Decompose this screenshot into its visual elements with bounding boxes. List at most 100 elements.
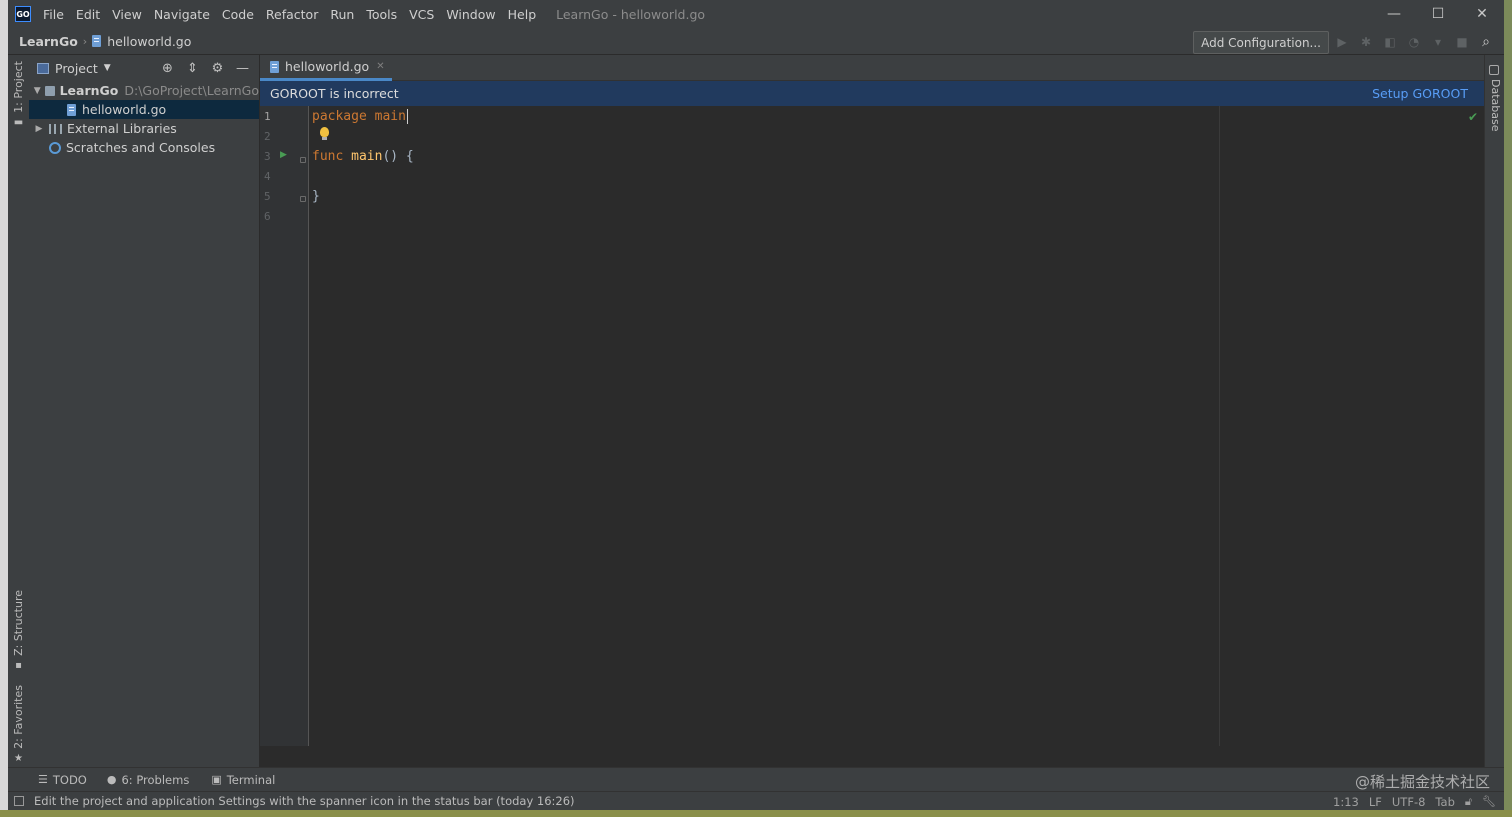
tree-item-path: D:\GoProject\LearnGo bbox=[124, 83, 259, 98]
bottom-tool-tabs: ☰ TODO ● 6: Problems ▣ Terminal @稀土掘金技术社… bbox=[8, 767, 1504, 791]
breadcrumb-project[interactable]: LearnGo bbox=[19, 34, 78, 49]
tool-tab-problems[interactable]: ● 6: Problems bbox=[107, 773, 189, 787]
editor-tab-bar: helloworld.go ✕ bbox=[260, 55, 1484, 81]
tool-tab-database[interactable]: Database bbox=[1489, 79, 1502, 132]
project-view-icon bbox=[37, 62, 49, 74]
code-package-name: main bbox=[374, 109, 406, 124]
close-button[interactable]: ✕ bbox=[1460, 0, 1504, 28]
hide-panel-icon[interactable]: — bbox=[230, 61, 255, 76]
editor-gutter: 1 2 3 4 5 6 ▶ bbox=[260, 106, 309, 746]
setup-goroot-link[interactable]: Setup GOROOT bbox=[1372, 86, 1468, 101]
editor-tab-helloworld[interactable]: helloworld.go ✕ bbox=[260, 55, 392, 81]
go-file-icon bbox=[67, 103, 76, 116]
close-tab-icon[interactable]: ✕ bbox=[376, 61, 384, 72]
add-configuration-button[interactable]: Add Configuration... bbox=[1193, 31, 1329, 54]
tree-item-external-libraries[interactable]: ▶ External Libraries bbox=[29, 119, 259, 138]
window-controls: — ☐ ✕ bbox=[1372, 0, 1504, 28]
desktop-background-left bbox=[0, 0, 8, 817]
database-icon bbox=[1489, 65, 1499, 75]
window-title: LearnGo - helloworld.go bbox=[556, 6, 706, 22]
tool-tab-favorites[interactable]: 2: Favorites ★ bbox=[8, 685, 29, 764]
run-icon[interactable]: ▶ bbox=[1330, 35, 1354, 49]
line-number: 4 bbox=[264, 170, 271, 183]
menu-edit[interactable]: Edit bbox=[70, 7, 106, 22]
chevron-down-icon: ▼ bbox=[103, 63, 111, 73]
line-number: 3 bbox=[264, 150, 271, 163]
breadcrumb-file[interactable]: helloworld.go bbox=[107, 34, 191, 49]
lock-icon[interactable]: 🔓︎ bbox=[1465, 795, 1472, 809]
collapsed-arrow-icon[interactable]: ▶ bbox=[33, 124, 45, 134]
menu-help[interactable]: Help bbox=[502, 7, 543, 22]
project-panel-tools: ⊕ ⇕ ⚙ — bbox=[155, 55, 255, 81]
lightbulb-icon[interactable] bbox=[320, 127, 329, 140]
editor-tab-label: helloworld.go bbox=[285, 59, 370, 74]
profile-icon[interactable]: ◔ bbox=[1402, 35, 1426, 49]
fold-marker-icon[interactable] bbox=[300, 157, 306, 163]
menu-code[interactable]: Code bbox=[216, 7, 260, 22]
watermark: @稀土掘金技术社区 bbox=[1354, 773, 1490, 791]
line-number: 1 bbox=[264, 110, 271, 123]
menu-navigate[interactable]: Navigate bbox=[148, 7, 216, 22]
collapse-all-icon[interactable]: ⇕ bbox=[180, 61, 205, 76]
go-file-icon bbox=[270, 60, 279, 73]
menu-tools[interactable]: Tools bbox=[360, 7, 403, 22]
tool-tab-problems-label: 6: Problems bbox=[121, 772, 190, 787]
info-icon: ● bbox=[106, 773, 117, 786]
debug-icon[interactable]: ✱ bbox=[1354, 35, 1378, 49]
gear-icon[interactable]: ⚙ bbox=[205, 61, 230, 76]
app-logo: GO bbox=[15, 6, 31, 22]
menu-vcs[interactable]: VCS bbox=[403, 7, 440, 22]
project-view-selector[interactable]: Project ▼ bbox=[37, 61, 111, 76]
editor-area: helloworld.go ✕ GOROOT is incorrect Setu… bbox=[260, 55, 1484, 767]
tool-tab-structure-label: Z: Structure bbox=[12, 590, 25, 656]
tree-item-helloworld[interactable]: helloworld.go bbox=[29, 100, 259, 119]
tree-item-scratches[interactable]: Scratches and Consoles bbox=[29, 138, 259, 157]
tool-tab-favorites-label: 2: Favorites bbox=[12, 685, 25, 749]
line-number: 2 bbox=[264, 130, 271, 143]
code-keyword: package bbox=[312, 109, 367, 124]
code-keyword: func bbox=[312, 149, 344, 164]
tool-tab-project[interactable]: 1: Project ▬ bbox=[8, 61, 29, 128]
code-line-5: } bbox=[312, 189, 320, 204]
project-panel: Project ▼ ⊕ ⇕ ⚙ — ▼ LearnGo D:\GoProject… bbox=[29, 55, 260, 767]
tool-tab-terminal[interactable]: ▣ Terminal bbox=[211, 773, 275, 787]
expanded-arrow-icon[interactable]: ▼ bbox=[33, 86, 41, 96]
menu-window[interactable]: Window bbox=[440, 7, 501, 22]
stop-icon[interactable]: ■ bbox=[1450, 35, 1474, 49]
coverage-icon[interactable]: ◧ bbox=[1378, 35, 1402, 49]
tree-item-project-root[interactable]: ▼ LearnGo D:\GoProject\LearnGo bbox=[29, 81, 259, 100]
menu-refactor[interactable]: Refactor bbox=[260, 7, 324, 22]
left-tool-strip: 1: Project ▬ Z: Structure ▪ 2: Favorites… bbox=[8, 55, 30, 767]
indent-style[interactable]: Tab bbox=[1435, 795, 1454, 809]
code-punctuation: () { bbox=[382, 149, 414, 164]
menu-file[interactable]: File bbox=[37, 7, 70, 22]
file-encoding[interactable]: UTF-8 bbox=[1392, 795, 1426, 809]
tree-item-label: External Libraries bbox=[67, 121, 177, 136]
locate-icon[interactable]: ⊕ bbox=[155, 61, 180, 76]
run-gutter-icon[interactable]: ▶ bbox=[280, 150, 287, 160]
code-line-1: package main bbox=[312, 107, 408, 127]
menu-run[interactable]: Run bbox=[324, 7, 360, 22]
spanner-icon[interactable]: 🔧︎ bbox=[1482, 795, 1496, 808]
breadcrumb-separator: › bbox=[82, 34, 88, 48]
maximize-button[interactable]: ☐ bbox=[1416, 0, 1460, 28]
minimize-button[interactable]: — bbox=[1372, 0, 1416, 28]
caret-position[interactable]: 1:13 bbox=[1333, 795, 1359, 809]
run-toolbar: ▶ ✱ ◧ ◔ ▾ ■ ⌕ bbox=[1330, 31, 1498, 52]
menu-view[interactable]: View bbox=[106, 7, 148, 22]
tool-tab-todo-label: TODO bbox=[52, 772, 87, 787]
status-bar: Edit the project and application Setting… bbox=[8, 791, 1504, 810]
desktop-background-right bbox=[1504, 0, 1512, 817]
tool-tab-todo[interactable]: ☰ TODO bbox=[38, 773, 87, 787]
line-number: 6 bbox=[264, 210, 271, 223]
right-tool-strip: Database bbox=[1484, 55, 1504, 767]
tool-tab-terminal-label: Terminal bbox=[226, 772, 276, 787]
menu-bar: GO File Edit View Navigate Code Refactor… bbox=[8, 0, 1504, 28]
code-editor[interactable]: 1 2 3 4 5 6 ▶ package main func main () {… bbox=[260, 106, 1484, 746]
dropdown-icon[interactable]: ▾ bbox=[1426, 35, 1450, 49]
fold-marker-icon[interactable] bbox=[300, 196, 306, 202]
toggle-tool-windows-icon[interactable] bbox=[14, 796, 24, 806]
search-icon[interactable]: ⌕ bbox=[1474, 34, 1498, 50]
line-separator[interactable]: LF bbox=[1369, 795, 1382, 809]
tool-tab-structure[interactable]: Z: Structure ▪ bbox=[8, 590, 29, 671]
